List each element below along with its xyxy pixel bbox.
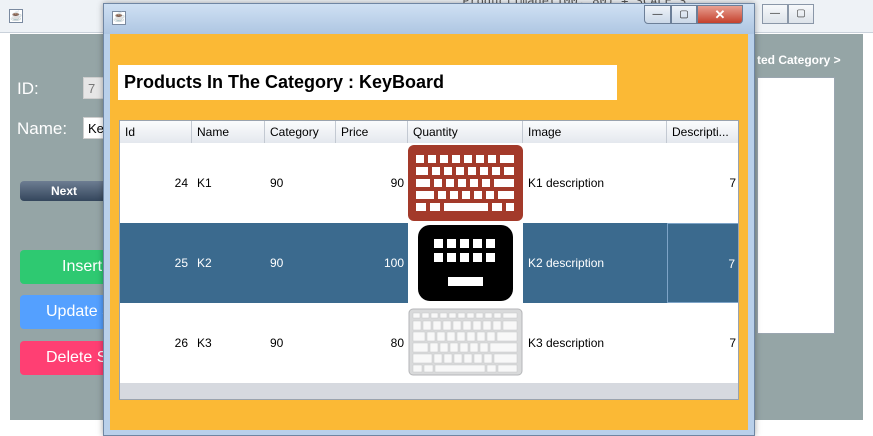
cell-image: K3 description — [528, 336, 605, 350]
column-header-image[interactable]: Image — [523, 121, 667, 143]
column-header-description[interactable]: Descripti... — [667, 121, 738, 143]
category-list[interactable] — [757, 77, 835, 334]
cell-image: K1 description — [528, 176, 605, 190]
table-row[interactable]: 26 K3 90 80 K3 description 7 — [120, 303, 738, 383]
cell-price: 100 — [383, 256, 404, 270]
update-button[interactable]: Update S — [20, 295, 108, 329]
delete-button[interactable]: Delete S — [20, 341, 108, 375]
cell-category: 90 — [270, 176, 284, 190]
java-app-icon: ☕ — [9, 9, 23, 23]
dialog-close-button[interactable]: ✕ — [697, 5, 743, 24]
cell-name: K3 — [197, 336, 212, 350]
cell-quantity-image — [408, 303, 523, 383]
background-maximize-button[interactable]: ▢ — [788, 4, 814, 24]
id-label: ID: — [17, 79, 39, 98]
table-row-selected[interactable]: 25 K2 90 100 K2 description 7 — [120, 223, 738, 303]
cell-id: 25 — [174, 256, 188, 270]
products-table[interactable]: Id Name Category Price Quantity Image De… — [119, 120, 739, 400]
cell-description: 7 — [729, 336, 736, 350]
name-label: Name: — [17, 119, 68, 138]
selected-category-link[interactable]: ted Category > — [757, 53, 841, 67]
cell-category: 90 — [270, 256, 284, 270]
cell-description: 7 — [729, 176, 736, 190]
dialog-maximize-button[interactable]: ▢ — [671, 5, 697, 24]
java-app-icon: ☕ — [112, 11, 126, 25]
column-header-category[interactable]: Category — [265, 121, 336, 143]
dialog-minimize-button[interactable]: — — [644, 5, 671, 24]
cell-id: 26 — [174, 336, 188, 350]
cell-category: 90 — [270, 336, 284, 350]
id-field[interactable]: 7 — [83, 77, 105, 99]
keyboard-white-icon — [408, 308, 523, 376]
column-header-id[interactable]: Id — [120, 121, 192, 143]
table-header: Id Name Category Price Quantity Image De… — [120, 121, 738, 144]
insert-button[interactable]: Insert — [20, 250, 108, 284]
keyboard-black-icon — [418, 225, 513, 301]
dialog-titlebar[interactable]: ☕ — ▢ ✕ — [104, 4, 754, 34]
heading-box: Products In The Category : KeyBoard — [118, 65, 617, 100]
page-title: Products In The Category : KeyBoard — [124, 72, 445, 92]
cell-quantity-image — [408, 223, 523, 303]
next-button[interactable]: Next — [20, 181, 108, 201]
background-window-controls: — ▢ — [762, 4, 814, 24]
column-header-quantity[interactable]: Quantity — [408, 121, 523, 143]
cell-id: 24 — [174, 176, 188, 190]
cell-quantity-image — [408, 143, 523, 223]
dialog-content: Products In The Category : KeyBoard Id N… — [110, 34, 748, 430]
column-header-name[interactable]: Name — [192, 121, 265, 143]
products-dialog: ☕ — ▢ ✕ Products In The Category : KeyBo… — [103, 3, 755, 436]
name-field[interactable]: KeyBoard — [83, 117, 105, 139]
dialog-window-controls: — ▢ ✕ — [644, 5, 743, 24]
cell-price: 80 — [390, 336, 404, 350]
column-header-price[interactable]: Price — [336, 121, 408, 143]
background-minimize-button[interactable]: — — [762, 4, 788, 24]
cell-description-focused[interactable]: 7 — [667, 223, 738, 303]
cell-price: 90 — [390, 176, 404, 190]
cell-image: K2 description — [528, 256, 605, 270]
cell-name: K1 — [197, 176, 212, 190]
table-row[interactable]: 24 K1 90 90 K1 description 7 — [120, 143, 738, 223]
cell-name: K2 — [197, 256, 212, 270]
keyboard-red-icon — [408, 145, 523, 221]
